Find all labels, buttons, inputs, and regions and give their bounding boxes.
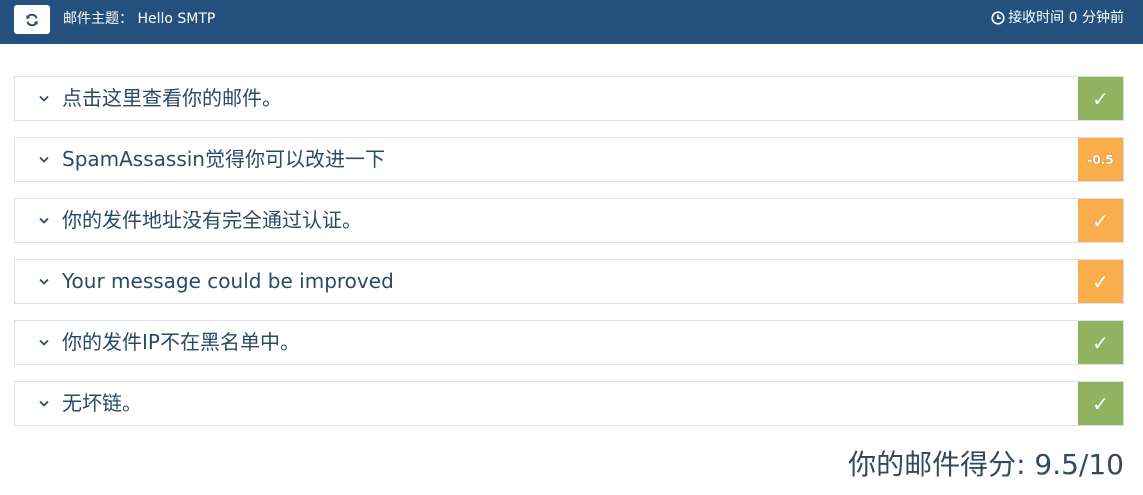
check-label: 你的发件地址没有完全通过认证。 <box>62 208 362 232</box>
check-row-view-email[interactable]: 点击这里查看你的邮件。 ✓ <box>14 76 1124 121</box>
check-icon: ✓ <box>1092 269 1109 294</box>
check-row-spamassassin[interactable]: SpamAssassin觉得你可以改进一下 -0.5 <box>14 137 1124 182</box>
received-time: 接收时间 0 分钟前 <box>991 0 1124 36</box>
score-value: -0.5 <box>1087 152 1114 167</box>
top-bar: 邮件主题： Hello SMTP 接收时间 0 分钟前 <box>0 0 1143 44</box>
check-label: 点击这里查看你的邮件。 <box>62 86 282 110</box>
subject-value: Hello SMTP <box>137 11 216 27</box>
status-badge: -0.5 <box>1078 138 1123 181</box>
check-icon: ✓ <box>1092 86 1109 111</box>
refresh-icon <box>26 13 38 26</box>
check-row-broken-links[interactable]: 无坏链。 ✓ <box>14 381 1124 426</box>
status-badge: ✓ <box>1078 199 1123 242</box>
email-subject: 邮件主题： Hello SMTP <box>63 0 215 38</box>
check-row-authentication[interactable]: 你的发件地址没有完全通过认证。 ✓ <box>14 198 1124 243</box>
check-icon: ✓ <box>1092 391 1109 416</box>
chevron-down-icon <box>39 89 53 107</box>
chevron-down-icon <box>39 150 53 168</box>
check-row-blacklist[interactable]: 你的发件IP不在黑名单中。 ✓ <box>14 320 1124 365</box>
check-icon: ✓ <box>1092 208 1109 233</box>
status-badge: ✓ <box>1078 382 1123 425</box>
status-badge: ✓ <box>1078 321 1123 364</box>
check-label: 你的发件IP不在黑名单中。 <box>62 330 300 354</box>
chevron-down-icon <box>39 272 53 290</box>
check-label: SpamAssassin觉得你可以改进一下 <box>62 147 385 171</box>
clock-icon <box>991 11 1005 25</box>
status-badge: ✓ <box>1078 77 1123 120</box>
received-text: 接收时间 0 分钟前 <box>1008 10 1124 26</box>
status-badge: ✓ <box>1078 260 1123 303</box>
check-icon: ✓ <box>1092 330 1109 355</box>
chevron-down-icon <box>39 333 53 351</box>
check-row-message-improved[interactable]: Your message could be improved ✓ <box>14 259 1124 304</box>
check-label: 无坏链。 <box>62 391 142 415</box>
refresh-button[interactable] <box>14 5 50 34</box>
subject-label: 邮件主题： <box>63 11 133 27</box>
chevron-down-icon <box>39 211 53 229</box>
chevron-down-icon <box>39 394 53 412</box>
check-label: Your message could be improved <box>62 269 394 293</box>
total-score: 你的邮件得分: 9.5/10 <box>848 448 1124 481</box>
check-list: 点击这里查看你的邮件。 ✓ SpamAssassin觉得你可以改进一下 -0.5… <box>14 76 1124 442</box>
